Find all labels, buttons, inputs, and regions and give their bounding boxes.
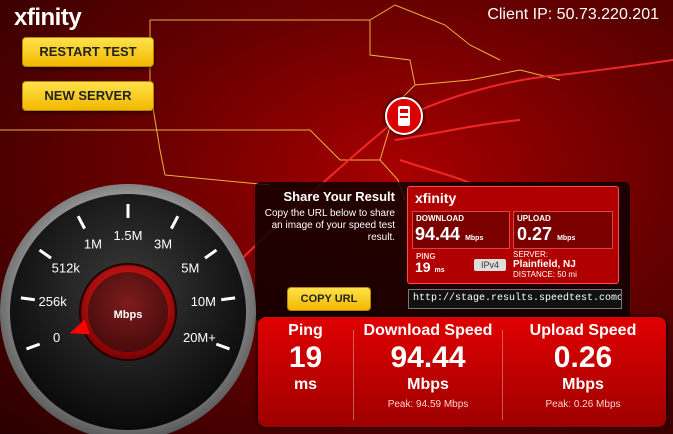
gauge-tick-label: 5M xyxy=(181,260,199,275)
speedtest-stage: xfinity Client IP: 50.73.220.201 RESTART… xyxy=(0,0,673,434)
gauge-tick-label: 0 xyxy=(53,330,60,345)
upload-peak: Peak: 0.26 Mbps xyxy=(545,399,621,410)
copy-url-button[interactable]: COPY URL xyxy=(287,287,371,311)
card-upload-unit: Mbps xyxy=(557,235,576,242)
gauge-tick-label: 512k xyxy=(52,260,81,275)
gauge-tick-label: 3M xyxy=(154,237,172,252)
client-ip: Client IP: 50.73.220.201 xyxy=(487,6,659,23)
xfinity-logo: xfinity xyxy=(14,4,82,31)
gauge-tick xyxy=(221,296,236,302)
share-title: Share Your Result xyxy=(283,189,396,204)
card-xfinity-logo: xfinity xyxy=(415,190,457,206)
upload-unit: Mbps xyxy=(562,376,604,393)
ping-result: Ping 19 ms xyxy=(258,322,353,394)
card-download-value: 94.44 Mbps xyxy=(415,224,483,245)
card-distance: DISTANCE: 50 mi xyxy=(513,270,577,279)
ping-title: Ping xyxy=(288,322,323,339)
server-location-pin[interactable] xyxy=(385,97,423,135)
card-server-name: Plainfield, NJ xyxy=(513,259,576,270)
ping-value: 19 xyxy=(288,341,323,374)
card-download-label: DOWNLOAD xyxy=(416,214,464,223)
new-server-button[interactable]: NEW SERVER xyxy=(22,81,154,111)
gauge-tick-label: 1M xyxy=(84,237,102,252)
restart-test-button[interactable]: RESTART TEST xyxy=(22,37,154,67)
download-peak: Peak: 94.59 Mbps xyxy=(387,399,469,410)
speed-gauge: 0 256k 512k 1M 1.5M 3M 5M 10M 20M+ Mbps xyxy=(0,180,258,434)
gauge-unit-label: Mbps xyxy=(114,309,143,321)
card-server-label: SERVER: xyxy=(513,250,548,259)
gauge-tick-label: 1.5M xyxy=(114,228,143,243)
share-description: Copy the URL below to share an image of … xyxy=(264,208,395,243)
upload-title: Upload Speed xyxy=(529,322,637,339)
card-upload-value: 0.27 Mbps xyxy=(517,224,575,245)
gauge-tick-label: 10M xyxy=(191,294,216,309)
upload-result: Upload Speed 0.26 Mbps Peak: 0.26 Mbps xyxy=(503,322,663,410)
upload-value: 0.26 xyxy=(553,341,613,374)
gauge-tick-label: 256k xyxy=(39,294,68,309)
card-ping-number: 19 xyxy=(415,259,431,275)
card-download-unit: Mbps xyxy=(465,235,484,242)
gauge-tick-label: 20M+ xyxy=(183,330,216,345)
download-title: Download Speed xyxy=(363,322,493,339)
download-value: 94.44 xyxy=(390,341,466,374)
download-unit: Mbps xyxy=(407,376,449,393)
card-server-info: SERVER: Plainfield, NJ DISTANCE: 50 mi xyxy=(513,250,577,279)
card-upload-label: UPLOAD xyxy=(517,214,551,223)
server-icon xyxy=(398,106,410,126)
gauge-tick xyxy=(20,296,35,302)
card-upload-number: 0.27 xyxy=(517,224,553,244)
download-result: Download Speed 94.44 Mbps Peak: 94.59 Mb… xyxy=(354,322,502,410)
ip-version-badge: IPv4 xyxy=(474,259,506,271)
ping-unit: ms xyxy=(293,376,318,393)
share-url-field[interactable]: http://stage.results.speedtest.comcast xyxy=(408,289,622,309)
card-ping-unit: ms xyxy=(434,267,445,274)
card-ping-value: 19 ms xyxy=(415,259,445,275)
card-download-number: 94.44 xyxy=(415,224,461,244)
